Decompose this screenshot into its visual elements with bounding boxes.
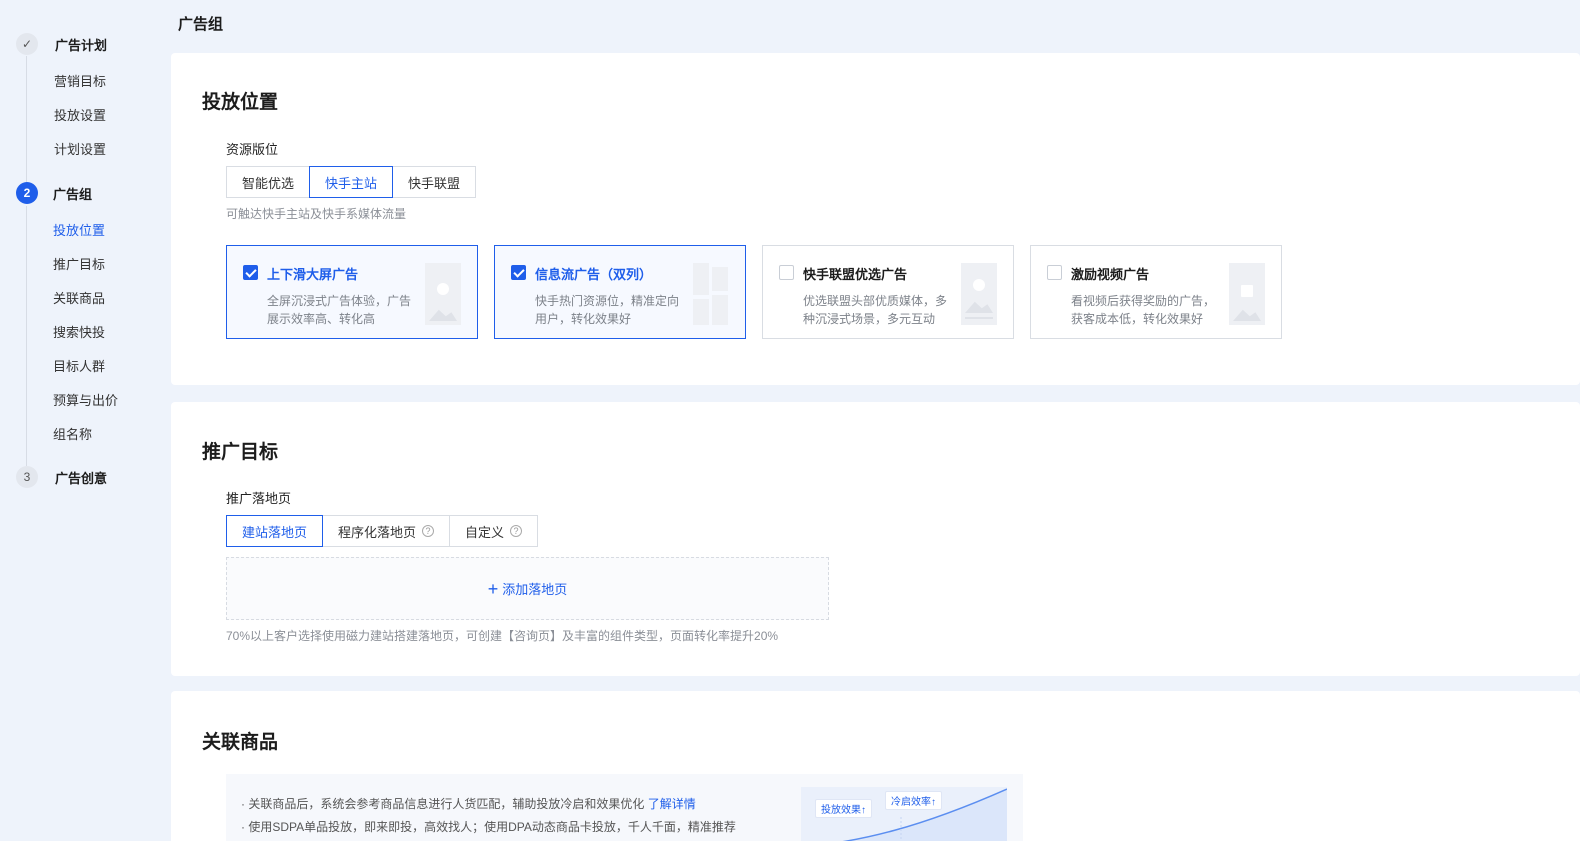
- tab-label: 程序化落地页: [338, 524, 417, 540]
- products-info-banner: · 关联商品后，系统会参考商品信息进行人货匹配，辅助投放冷启和效果优化 了解详情…: [226, 774, 1023, 841]
- checkbox[interactable]: [243, 265, 258, 280]
- step-label: 广告计划: [55, 37, 108, 53]
- add-landing-button[interactable]: + 添加落地页: [226, 557, 829, 620]
- products-card: 关联商品 · 关联商品后，系统会参考商品信息进行人货匹配，辅助投放冷启和效果优化…: [171, 691, 1580, 841]
- chart-tag: 冷启效率↑: [885, 791, 942, 810]
- help-icon[interactable]: ?: [510, 525, 523, 537]
- step-ad-plan[interactable]: ✓ 广告计划: [16, 33, 107, 55]
- reward-video-icon: [1229, 263, 1265, 325]
- option-fullscreen-ad[interactable]: 上下滑大屏广告 全屏沉浸式广告体验，广告展示效率高、转化高: [226, 245, 478, 339]
- landing-label: 推广落地页: [226, 491, 292, 506]
- info-line: · 使用SDPA单品投放，即来即投，高效找人；使用DPA动态商品卡投放，千人千面…: [241, 820, 736, 834]
- info-line: · 关联商品后，系统会参考商品信息进行人货匹配，辅助投放冷启和效果优化 了解详情: [241, 795, 696, 812]
- learn-more-link[interactable]: 了解详情: [648, 797, 696, 811]
- step-ad-group[interactable]: 2 广告组: [16, 182, 92, 204]
- step-connector: [26, 56, 27, 182]
- checkbox[interactable]: [511, 265, 526, 280]
- checkbox[interactable]: [1047, 265, 1062, 280]
- option-union-ad[interactable]: 快手联盟优选广告 优选联盟头部优质媒体，多种沉浸式场景，多元互动: [762, 245, 1014, 339]
- tab-site-landing[interactable]: 建站落地页: [226, 515, 324, 547]
- option-desc: 优选联盟头部优质媒体，多种沉浸式场景，多元互动: [803, 294, 948, 326]
- sidebar-item-marketing-goal[interactable]: 营销目标: [54, 71, 106, 90]
- section-title: 关联商品: [202, 732, 279, 753]
- tab-smart-optimize[interactable]: 智能优选: [226, 166, 311, 198]
- tab-programmatic-landing[interactable]: 程序化落地页?: [322, 515, 451, 547]
- landing-hint: 70%以上客户选择使用磁力建站搭建落地页，可创建【咨询页】及丰富的组件类型，页面…: [226, 629, 779, 643]
- option-title: 上下滑大屏广告: [267, 267, 359, 282]
- checkbox[interactable]: [779, 265, 794, 280]
- video-preview-icon: [425, 263, 461, 325]
- check-icon: ✓: [16, 33, 38, 55]
- step-label: 广告创意: [55, 470, 108, 486]
- sidebar-item-budget[interactable]: 预算与出价: [53, 390, 118, 409]
- growth-chart-illustration: 投放效果↑ 冷启效率↑: [801, 787, 1008, 841]
- option-feed-ad[interactable]: 信息流广告（双列） 快手热门资源位，精准定向用户，转化效果好: [494, 245, 746, 339]
- option-desc: 看视频后获得奖励的广告，获客成本低，转化效果好: [1071, 294, 1216, 326]
- section-title: 投放位置: [202, 92, 279, 113]
- step-ad-creative[interactable]: 3 广告创意: [16, 466, 107, 488]
- plus-icon: +: [487, 578, 499, 599]
- tab-custom[interactable]: 自定义?: [449, 515, 539, 547]
- sidebar: ✓ 广告计划 营销目标 投放设置 计划设置 2 广告组 投放位置 推广目标 关联…: [0, 0, 160, 841]
- help-icon[interactable]: ?: [422, 525, 435, 537]
- target-card: 推广目标 推广落地页 建站落地页 程序化落地页? 自定义? + 添加落地页 70…: [171, 402, 1580, 676]
- option-title: 快手联盟优选广告: [803, 267, 908, 282]
- section-title: 推广目标: [202, 442, 279, 463]
- option-desc: 全屏沉浸式广告体验，广告展示效率高、转化高: [267, 294, 412, 326]
- tab-kuaishou-union[interactable]: 快手联盟: [392, 166, 477, 198]
- add-landing-label: 添加落地页: [502, 582, 568, 597]
- sidebar-item-audience[interactable]: 目标人群: [53, 356, 105, 375]
- resource-hint: 可触达快手主站及快手系媒体流量: [226, 207, 407, 221]
- info-text: · 关联商品后，系统会参考商品信息进行人货匹配，辅助投放冷启和效果优化: [241, 797, 645, 811]
- tab-label: 自定义: [465, 524, 505, 540]
- sidebar-item-group-name[interactable]: 组名称: [53, 424, 92, 443]
- sidebar-item-placement[interactable]: 投放位置: [53, 220, 105, 239]
- double-column-icon: [693, 263, 729, 325]
- chart-tag: 投放效果↑: [815, 799, 872, 818]
- option-desc: 快手热门资源位，精准定向用户，转化效果好: [535, 294, 680, 326]
- step-connector: [26, 206, 27, 466]
- option-title: 信息流广告（双列）: [535, 267, 653, 282]
- sidebar-item-linked-products[interactable]: 关联商品: [53, 288, 105, 307]
- resource-label: 资源版位: [226, 142, 279, 157]
- tab-kuaishou-main[interactable]: 快手主站: [309, 166, 394, 198]
- option-title: 激励视频广告: [1071, 267, 1150, 282]
- sidebar-item-plan-settings[interactable]: 计划设置: [54, 139, 106, 158]
- step-label: 广告组: [53, 186, 93, 202]
- video-preview-icon: [961, 263, 997, 325]
- sidebar-item-delivery-settings[interactable]: 投放设置: [54, 105, 106, 124]
- option-reward-video-ad[interactable]: 激励视频广告 看视频后获得奖励的广告，获客成本低，转化效果好: [1030, 245, 1282, 339]
- resource-tabs: 智能优选 快手主站 快手联盟: [226, 166, 477, 198]
- sidebar-item-promotion-target[interactable]: 推广目标: [53, 254, 105, 273]
- page-title: 广告组: [178, 16, 224, 33]
- placement-card: 投放位置 资源版位 智能优选 快手主站 快手联盟 可触达快手主站及快手系媒体流量…: [171, 53, 1580, 385]
- landing-tabs: 建站落地页 程序化落地页? 自定义?: [226, 515, 539, 547]
- step-number: 2: [16, 182, 38, 204]
- sidebar-item-search[interactable]: 搜索快投: [53, 322, 105, 341]
- step-number: 3: [16, 466, 38, 488]
